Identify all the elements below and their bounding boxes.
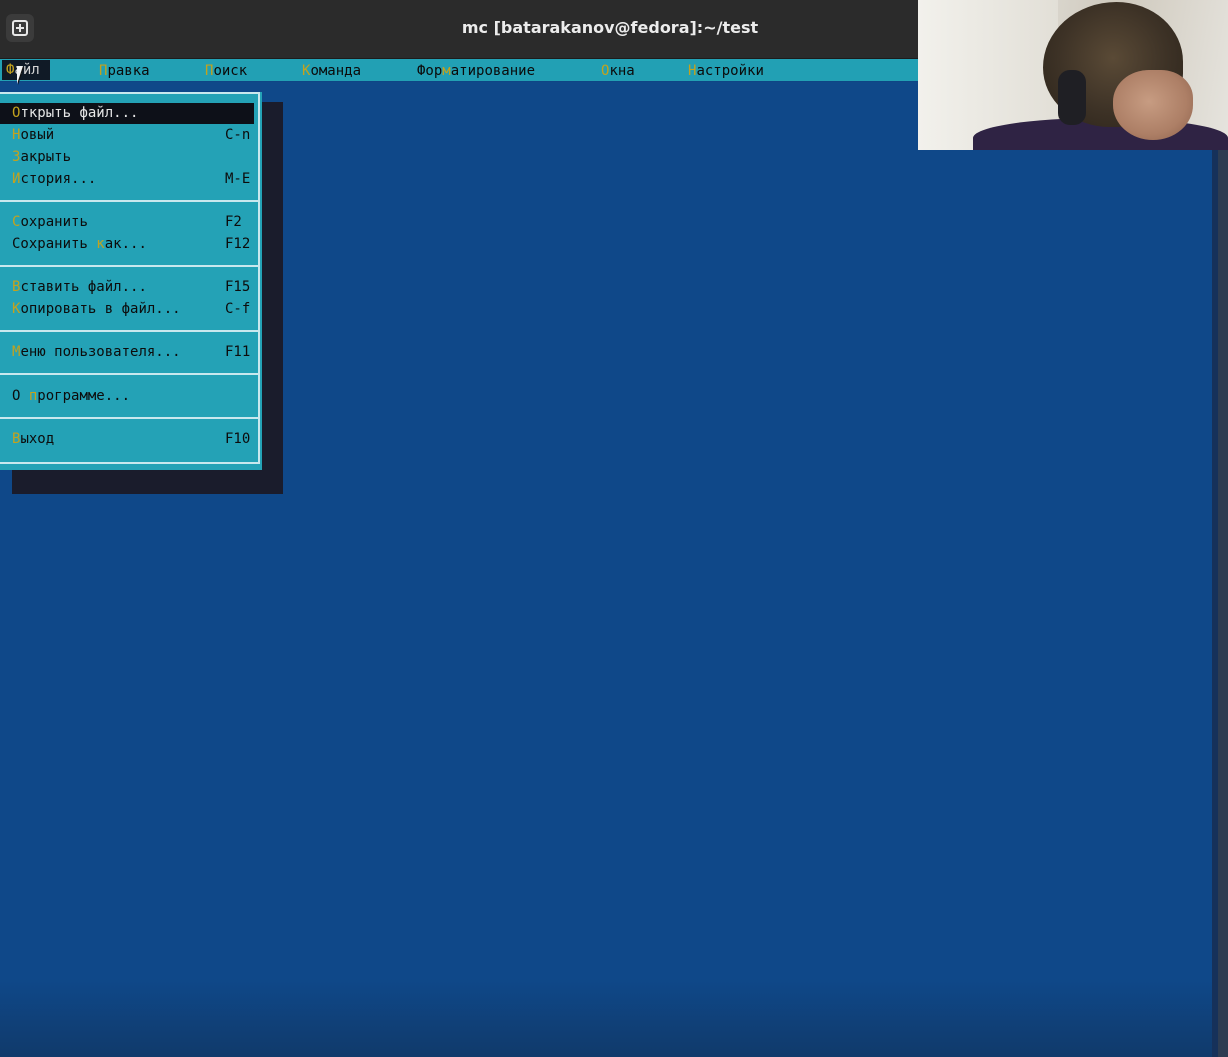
menu-separator — [0, 373, 260, 375]
webcam-headphone — [1058, 70, 1086, 125]
menu-item-text: акрыть — [20, 149, 72, 165]
menu-item-shortcut: C-f — [225, 301, 251, 317]
menu-item-about[interactable]: О программе... — [0, 386, 254, 407]
menu-separator — [0, 417, 260, 419]
menu-item-shortcut: F2 — [225, 214, 242, 230]
mouse-pointer-icon — [17, 66, 23, 84]
menu-item-prefix: Сохранить — [12, 236, 97, 252]
menu-item-prefix: О — [12, 388, 29, 404]
menu-item-text: рограмме... — [37, 388, 131, 404]
menu-item-shortcut: M-E — [225, 171, 251, 187]
menu-item-text: еню пользователя... — [20, 344, 181, 360]
menu-item-close[interactable]: Закрыть — [0, 147, 254, 168]
menu-format-hotkey: м — [442, 63, 451, 79]
menu-item-hotkey: к — [96, 236, 105, 252]
menu-format-label: атирование — [450, 63, 536, 79]
menu-item-text: овый — [20, 127, 55, 143]
menu-windows-label: кна — [609, 63, 635, 79]
menu-item-label: Открыть файл... — [12, 103, 138, 124]
menu-item-text: ак... — [104, 236, 147, 252]
menu-item-shortcut: F10 — [225, 431, 251, 447]
menu-item-save[interactable]: Сохранить F2 — [0, 212, 254, 233]
menu-separator — [0, 200, 260, 202]
menu-format[interactable]: Форматирование — [417, 61, 535, 81]
menu-item-text: ставить файл... — [20, 279, 147, 295]
menu-edit[interactable]: Правка — [99, 61, 150, 81]
window-edge-light — [1218, 150, 1228, 1057]
menu-item-save-as[interactable]: Сохранить как... F12 — [0, 234, 254, 255]
menu-item-text: охранить — [20, 214, 88, 230]
menu-item-shortcut: C-n — [225, 127, 251, 143]
menu-separator — [0, 330, 260, 332]
menu-item-history[interactable]: История... M-E — [0, 169, 254, 190]
menu-windows[interactable]: Окна — [601, 61, 635, 81]
menu-item-text: ыход — [20, 431, 55, 447]
menu-item-label: Сохранить как... — [12, 234, 147, 255]
menu-item-label: Закрыть — [12, 147, 71, 168]
menu-item-label: Выход — [12, 429, 54, 450]
menu-item-shortcut: F12 — [225, 236, 251, 252]
menu-item-insert-file[interactable]: Вставить файл... F15 — [0, 277, 254, 298]
menu-item-user-menu[interactable]: Меню пользователя... F11 — [0, 342, 254, 363]
menu-item-copy-to-file[interactable]: Копировать в файл... C-f — [0, 299, 254, 320]
menu-item-label: История... — [12, 169, 96, 190]
menu-format-prefix: Фор — [417, 63, 443, 79]
menu-search-label: оиск — [213, 63, 248, 79]
menu-item-new[interactable]: Новый C-n — [0, 125, 254, 146]
menu-item-label: Меню пользователя... — [12, 342, 181, 363]
menu-settings-label: астройки — [696, 63, 764, 79]
menu-item-label: О программе... — [12, 386, 130, 407]
menu-bar: Файл Правка Поиск Команда Форматирование… — [0, 59, 918, 81]
file-dropdown-menu: Открыть файл... Новый C-n Закрыть Истори… — [0, 92, 262, 470]
menu-search[interactable]: Поиск — [205, 61, 247, 81]
menu-item-open-file[interactable]: Открыть файл... — [0, 103, 254, 124]
webcam-overlay — [918, 0, 1228, 150]
menu-item-text: стория... — [20, 171, 97, 187]
menu-item-text: ткрыть файл... — [20, 105, 139, 121]
menu-item-shortcut: F11 — [225, 344, 251, 360]
menu-item-label: Сохранить — [12, 212, 88, 233]
menu-edit-label: равка — [107, 63, 150, 79]
menu-file[interactable]: Файл — [2, 60, 50, 80]
menu-settings[interactable]: Настройки — [688, 61, 764, 81]
menu-item-exit[interactable]: Выход F10 — [0, 429, 254, 450]
menu-item-text: опировать в файл... — [20, 301, 181, 317]
webcam-person-face — [1113, 70, 1193, 140]
menu-command[interactable]: Команда — [302, 61, 361, 81]
menu-separator — [0, 265, 260, 267]
menu-item-shortcut: F15 — [225, 279, 251, 295]
menu-item-label: Вставить файл... — [12, 277, 147, 298]
menu-item-label: Новый — [12, 125, 54, 146]
menu-item-label: Копировать в файл... — [12, 299, 181, 320]
menu-command-label: оманда — [310, 63, 362, 79]
